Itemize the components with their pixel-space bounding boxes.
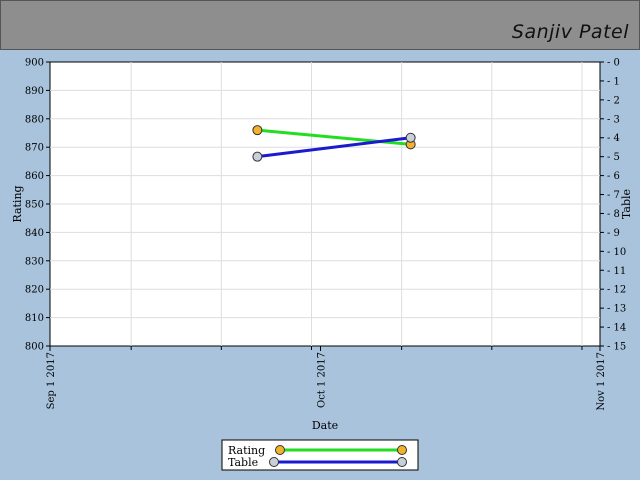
left-tick-label: 830 [25, 256, 44, 267]
left-tick-label: 820 [25, 285, 44, 296]
y-axis-title-right: Table [620, 189, 633, 219]
right-tick-label: - 14 [607, 323, 626, 334]
right-tick-label: - 5 [607, 152, 620, 163]
right-tick-label: - 13 [607, 304, 626, 315]
left-tick-label: 840 [25, 228, 44, 239]
data-point-table [252, 151, 263, 162]
left-tick-label: 900 [25, 58, 44, 69]
data-point-rating [252, 125, 263, 136]
left-tick-label: 860 [25, 171, 44, 182]
legend-swatch-marker [397, 457, 407, 467]
x-tick-label: Sep 1 2017 [46, 352, 57, 409]
legend-swatch-marker [269, 457, 279, 467]
left-tick-label: 810 [25, 313, 44, 324]
left-tick-label: 850 [25, 200, 44, 211]
left-tick-label: 800 [25, 342, 44, 353]
right-tick-label: - 10 [607, 247, 626, 258]
x-tick-label: Nov 1 2017 [596, 352, 607, 411]
x-axis-title: Date [312, 419, 338, 432]
legend-label-table: Table [228, 456, 258, 469]
left-tick-label: 870 [25, 143, 44, 154]
x-tick-label: Oct 1 2017 [316, 352, 327, 408]
right-tick-label: - 3 [607, 114, 620, 125]
y-axis-title-left: Rating [11, 185, 24, 222]
right-tick-label: - 9 [607, 228, 620, 239]
left-axis: 800 810 820 830 840 850 860 870 880 890 900 [25, 58, 50, 353]
data-point-table [405, 132, 416, 143]
legend: Rating Table [221, 439, 419, 471]
left-tick-label: 890 [25, 86, 44, 97]
x-axis: Sep 1 2017 Oct 1 2017 Nov 1 2017 [46, 346, 607, 411]
right-tick-label: - 2 [607, 95, 620, 106]
left-tick-label: 880 [25, 114, 44, 125]
right-tick-label: - 8 [607, 209, 620, 220]
right-tick-label: - 7 [607, 190, 620, 201]
legend-swatch-marker [275, 445, 285, 455]
right-tick-label: - 0 [607, 58, 620, 69]
right-tick-label: - 1 [607, 76, 620, 87]
right-tick-label: - 6 [607, 171, 620, 182]
right-tick-label: - 11 [607, 266, 626, 277]
right-tick-label: - 4 [607, 133, 620, 144]
rating-chart: 800 810 820 830 840 850 860 870 880 890 900 - 0 - 1… [11, 58, 633, 471]
right-tick-label: - 12 [607, 285, 626, 296]
legend-swatch-marker [397, 445, 407, 455]
right-tick-label: - 15 [607, 342, 626, 353]
